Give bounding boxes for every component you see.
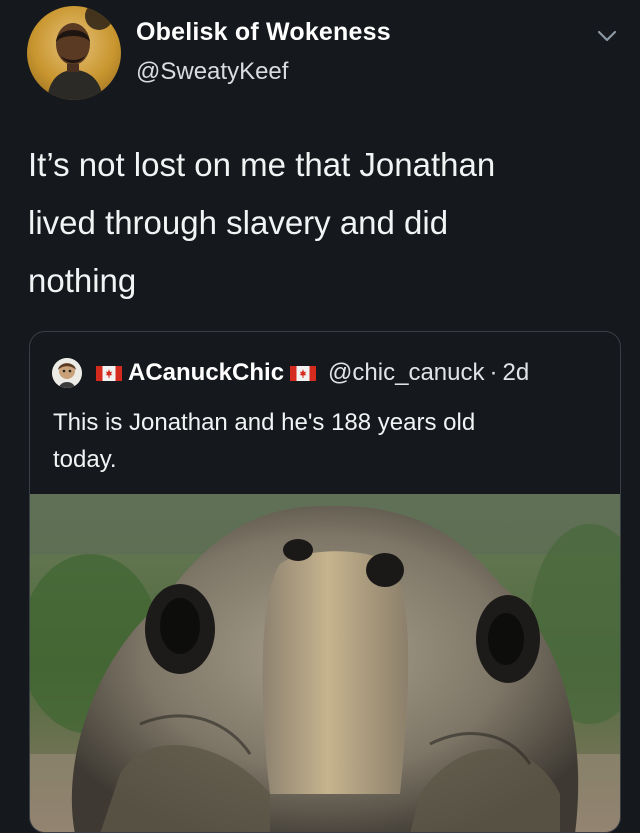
- quoted-tweet-timestamp[interactable]: 2d: [502, 359, 529, 387]
- quoted-tweet-header: ACanuckChic @chic_canuck · 2d: [52, 356, 529, 390]
- canada-flag-icon: [96, 365, 122, 381]
- quoted-author-avatar[interactable]: [52, 358, 82, 388]
- quoted-author-handle[interactable]: @chic_canuck: [328, 359, 484, 387]
- canada-flag-icon: [290, 365, 317, 381]
- author-display-name[interactable]: Obelisk of Wokeness: [136, 18, 391, 47]
- author-avatar[interactable]: [27, 6, 121, 100]
- separator-dot: ·: [489, 359, 498, 386]
- author-handle[interactable]: @SweatyKeef: [136, 58, 288, 86]
- tweet: Obelisk of Wokeness @SweatyKeef It’s not…: [0, 0, 640, 833]
- chevron-down-icon[interactable]: [592, 24, 622, 48]
- quoted-tweet-text: This is Jonathan and he's 188 years old …: [53, 409, 476, 473]
- quoted-tweet-image[interactable]: [30, 494, 620, 832]
- quoted-tweet-card[interactable]: ACanuckChic @chic_canuck · 2d This is Jo…: [29, 331, 621, 833]
- tweet-text: It’s not lost on me that Jonathan lived …: [28, 146, 496, 299]
- quoted-author-display-name[interactable]: ACanuckChic: [128, 359, 284, 387]
